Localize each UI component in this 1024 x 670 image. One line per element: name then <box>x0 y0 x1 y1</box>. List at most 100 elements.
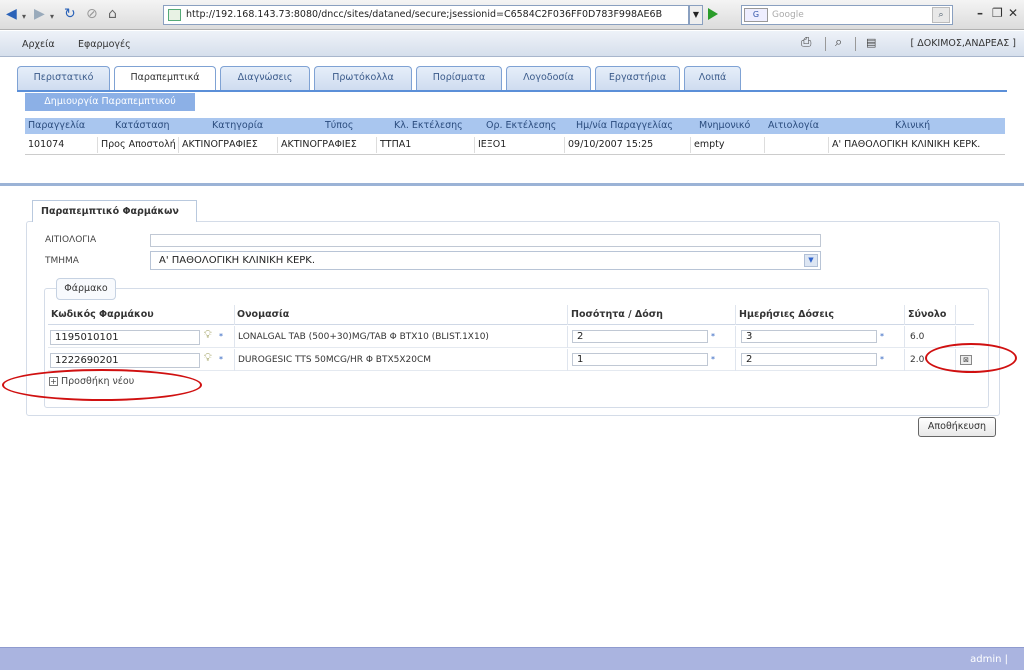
col-drug-code: Κωδικός Φαρμάκου <box>51 309 154 320</box>
col-order-date[interactable]: Ημ/νία Παραγγελίας <box>576 118 673 134</box>
orders-table-header: Παραγγελία Κατάσταση Κατηγορία Τύπος Κλ.… <box>25 118 1005 134</box>
drug-total: 6.0 <box>910 332 925 342</box>
search-icon[interactable]: ⌕ <box>932 7 950 23</box>
minimize-icon[interactable]: – <box>977 6 983 20</box>
tab-other[interactable]: Λοιπά <box>684 66 741 90</box>
col-divider <box>567 326 568 348</box>
lookup-bulb-icon[interactable]: 💡︎ <box>204 328 212 342</box>
daily-doses-input[interactable]: 2 <box>741 353 877 366</box>
reason-label: ΑΙΤΙΟΛΟΓΙΑ <box>45 235 97 245</box>
tab-incident[interactable]: Περιστατικό <box>17 66 110 90</box>
back-dropdown-icon[interactable]: ▾ <box>22 9 26 25</box>
qty-input[interactable]: 2 <box>572 330 708 343</box>
col-exec-class[interactable]: Κλ. Εκτέλεσης <box>394 118 463 134</box>
col-divider <box>735 349 736 371</box>
back-icon[interactable]: ◀ <box>6 6 17 22</box>
col-clinic[interactable]: Κλινική <box>895 118 930 134</box>
status-bar: admin | <box>0 647 1024 670</box>
create-referral-button[interactable]: Δημιουργία Παραπεμπτικού <box>25 93 195 111</box>
tab-protocols[interactable]: Πρωτόκολλα <box>314 66 412 90</box>
address-bar[interactable]: http://192.168.143.73:8080/dncc/sites/da… <box>163 5 689 25</box>
col-divider <box>567 349 568 371</box>
cell-divider <box>764 137 765 153</box>
user-name: [ ΔΟΚΙΜΟΣ,ΑΝΔΡΕΑΣ ] <box>910 38 1017 49</box>
col-divider <box>904 305 905 325</box>
cell-divider <box>474 137 475 153</box>
refresh-icon[interactable]: ↻ <box>64 6 76 22</box>
cell-divider <box>564 137 565 153</box>
cell-divider <box>97 137 98 153</box>
stop-icon[interactable]: ⊘ <box>86 6 98 22</box>
app-header: Αρχεία Εφαρμογές ⎙ ⌕ ▤ [ ΔΟΚΙΜΟΣ,ΑΝΔΡΕΑΣ… <box>0 31 1024 57</box>
cell-exec-class: ΤΤΠΑ1 <box>380 139 412 150</box>
address-text: http://192.168.143.73:8080/dncc/sites/da… <box>186 9 663 20</box>
tab-diagnoses[interactable]: Διαγνώσεις <box>220 66 310 90</box>
col-divider <box>234 326 235 348</box>
annotation-circle <box>2 369 202 401</box>
required-icon: * <box>219 355 223 364</box>
divider <box>825 37 826 51</box>
tab-labs[interactable]: Εργαστήρια <box>595 66 680 90</box>
referrals-panel: Περιστατικό Παραπεμπτικά Διαγνώσεις Πρωτ… <box>10 58 1014 176</box>
required-icon: * <box>880 332 884 341</box>
lookup-bulb-icon[interactable]: 💡︎ <box>204 351 212 365</box>
department-label: ΤΜΗΜΑ <box>45 256 79 266</box>
forward-dropdown-icon[interactable]: ▾ <box>50 9 54 25</box>
col-drug-name: Ονομασία <box>237 309 290 320</box>
cell-divider <box>828 137 829 153</box>
department-select[interactable]: Α' ΠΑΘΟΛΟΓΙΚΗ ΚΛΙΝΙΚΗ ΚΕΡΚ. ▼ <box>150 251 821 270</box>
tab-findings[interactable]: Πορίσματα <box>416 66 502 90</box>
google-icon[interactable]: G <box>744 8 768 22</box>
col-mnemonic[interactable]: Μνημονικό <box>699 118 750 134</box>
page-favicon-icon <box>168 9 181 21</box>
menu-applications[interactable]: Εφαρμογές <box>78 39 131 50</box>
cell-mnemonic: empty <box>694 139 725 150</box>
drug-row: 1195010101 💡︎ * LONALGAL TAB (500+30)MG/… <box>48 326 974 348</box>
address-dropdown-icon[interactable]: ▼ <box>689 5 703 25</box>
daily-doses-input[interactable]: 3 <box>741 330 877 343</box>
home-icon[interactable]: ⌂ <box>108 6 117 22</box>
col-type[interactable]: Τύπος <box>325 118 353 134</box>
drug-code-input[interactable]: 1195010101 <box>50 330 200 345</box>
col-status[interactable]: Κατάσταση <box>115 118 170 134</box>
cell-divider <box>376 137 377 153</box>
col-category[interactable]: Κατηγορία <box>212 118 263 134</box>
close-icon[interactable]: ✕ <box>1008 6 1018 20</box>
cell-divider <box>690 137 691 153</box>
save-button[interactable]: Αποθήκευση <box>918 417 996 437</box>
tab-drug-referral[interactable]: Παραπεμπτικό Φαρμάκων <box>32 200 197 222</box>
required-icon: * <box>219 332 223 341</box>
col-divider <box>904 326 905 348</box>
status-user[interactable]: admin | <box>970 654 1008 665</box>
go-icon[interactable] <box>708 8 718 20</box>
col-divider <box>567 305 568 325</box>
print-icon[interactable]: ⎙ <box>801 35 811 50</box>
col-total: Σύνολο <box>908 309 947 320</box>
qty-input[interactable]: 1 <box>572 353 708 366</box>
annotation-circle <box>925 343 1017 373</box>
reason-input[interactable] <box>150 234 821 247</box>
col-divider <box>955 305 956 325</box>
col-order[interactable]: Παραγγελία <box>28 118 85 134</box>
col-exec-unit[interactable]: Ορ. Εκτέλεσης <box>486 118 556 134</box>
col-divider <box>904 349 905 371</box>
cell-category: ΑΚΤΙΝΟΓΡΑΦΙΕΣ <box>182 139 258 150</box>
id-card-icon[interactable]: ▤ <box>866 36 876 49</box>
forward-icon[interactable]: ▶ <box>34 6 45 22</box>
tab-referrals[interactable]: Παραπεμπτικά <box>114 66 216 91</box>
tab-accounting[interactable]: Λογοδοσία <box>506 66 591 90</box>
cell-type: ΑΚΤΙΝΟΓΡΑΦΙΕΣ <box>281 139 357 150</box>
chevron-down-icon[interactable]: ▼ <box>804 254 818 267</box>
magnifier-icon[interactable]: ⌕ <box>835 35 842 50</box>
drug-code-input[interactable]: 1222690201 <box>50 353 200 368</box>
cell-order: 101074 <box>28 139 65 150</box>
table-row[interactable]: 101074 Προς Αποστολή ΑΚΤΙΝΟΓΡΑΦΙΕΣ ΑΚΤΙΝ… <box>25 135 1005 155</box>
tab-drug[interactable]: Φάρμακο <box>56 278 116 300</box>
cell-exec-unit: ΙΕΞΟ1 <box>478 139 507 150</box>
col-reason[interactable]: Αιτιολογία <box>768 118 819 134</box>
menu-files[interactable]: Αρχεία <box>22 39 55 50</box>
maximize-icon[interactable]: ❐ <box>992 6 1003 20</box>
col-divider <box>234 305 235 325</box>
search-box[interactable]: G Google ⌕ <box>741 5 953 25</box>
col-divider <box>234 349 235 371</box>
